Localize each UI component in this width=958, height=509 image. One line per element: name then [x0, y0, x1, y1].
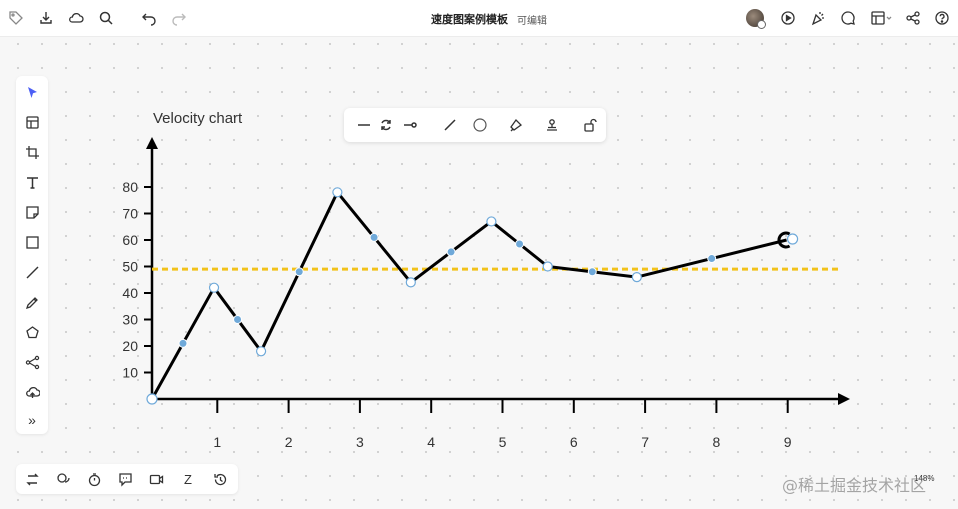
frame-template-icon[interactable] [22, 112, 42, 132]
upload-icon[interactable] [22, 382, 42, 402]
data-point [332, 187, 343, 198]
circle-icon[interactable] [471, 116, 489, 134]
y-tick-label: 40 [122, 285, 138, 301]
x-axis-arrow [838, 393, 850, 405]
bottom-toolbar: Z [16, 464, 238, 494]
y-tick-label: 70 [122, 206, 138, 222]
data-point [405, 277, 416, 288]
segment-midpoint [294, 267, 304, 277]
mindmap-icon[interactable] [22, 352, 42, 372]
arrow-end-icon[interactable] [401, 116, 419, 134]
segment-midpoint [515, 239, 525, 249]
x-tick-label: 8 [713, 434, 721, 450]
x-tick-label: 3 [356, 434, 364, 450]
y-tick-label: 20 [122, 338, 138, 354]
y-axis-arrow [146, 137, 158, 149]
pentagon-icon[interactable] [22, 322, 42, 342]
x-tick-label: 2 [285, 434, 293, 450]
data-point [146, 393, 158, 405]
sticky-note-icon[interactable] [22, 202, 42, 222]
y-tick-label: 10 [122, 365, 138, 381]
segment-midpoint [587, 267, 597, 277]
segment-midpoint [707, 254, 717, 264]
history-icon[interactable] [211, 470, 229, 488]
velocity-chart[interactable]: Velocity chart 10 20 30 40 50 60 70 80 1 2 3 4 5 6 7 8 9 [0, 0, 958, 509]
line-style-icon[interactable] [355, 116, 373, 134]
straight-line-icon[interactable] [441, 116, 459, 134]
y-tick-label: 50 [122, 259, 138, 275]
y-tick-label: 60 [122, 232, 138, 248]
text-icon[interactable] [22, 172, 42, 192]
chat-icon[interactable] [54, 470, 72, 488]
segment-midpoint [369, 232, 379, 242]
data-point [255, 346, 267, 357]
velocity-line [150, 190, 787, 400]
stamp-icon[interactable] [543, 116, 561, 134]
data-point [786, 233, 799, 245]
watermark: @稀土掘金技术社区 [782, 476, 927, 495]
select-icon[interactable] [22, 82, 42, 102]
segment-midpoint [178, 338, 188, 348]
data-point [631, 272, 642, 283]
video-icon[interactable] [147, 470, 165, 488]
paint-icon[interactable] [507, 116, 525, 134]
timer-icon[interactable] [85, 470, 103, 488]
pen-icon[interactable] [22, 292, 42, 312]
line-icon[interactable] [22, 262, 42, 282]
segment-midpoint [446, 247, 456, 257]
shape-format-toolbar [344, 108, 606, 142]
y-tick-label: 30 [122, 312, 138, 328]
data-point [542, 261, 553, 272]
left-toolbar: » [16, 76, 48, 434]
segment-midpoint [233, 315, 243, 324]
x-tick-label: 1 [213, 434, 221, 450]
crop-icon[interactable] [22, 142, 42, 162]
x-tick-label: 9 [784, 434, 792, 450]
rotate-icon[interactable] [377, 116, 395, 134]
more-tools-icon[interactable]: » [22, 410, 42, 430]
x-tick-label: 7 [641, 434, 649, 450]
data-point [486, 216, 497, 227]
chart-title: Velocity chart [153, 110, 243, 127]
x-tick-label: 6 [570, 434, 578, 450]
y-tick-label: 80 [122, 179, 138, 195]
message-icon[interactable] [116, 470, 134, 488]
unlock-icon[interactable] [581, 116, 599, 134]
x-tick-label: 4 [427, 434, 435, 450]
rectangle-icon[interactable] [22, 232, 42, 252]
data-point [208, 282, 220, 293]
swap-icon[interactable] [23, 470, 41, 488]
sleep-icon[interactable]: Z [179, 470, 197, 488]
x-tick-label: 5 [499, 434, 507, 450]
